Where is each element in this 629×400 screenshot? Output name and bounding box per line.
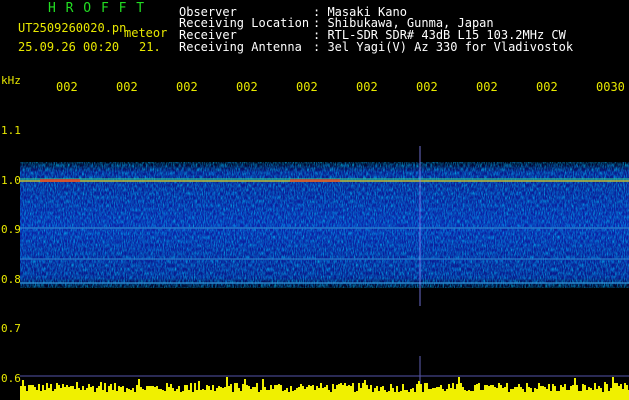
datetime: 25.09.26 00:20 — [18, 40, 120, 54]
antenna-value: : 3el Yagi(V) Az 330 for Vladivostok — [313, 40, 574, 54]
y-tick-label: 0.7 — [1, 322, 21, 335]
amplitude-bars — [20, 377, 629, 400]
band-line — [20, 282, 629, 284]
y-tick-label: 0.6 — [1, 372, 21, 385]
carrier-hotspot — [290, 179, 340, 182]
hrofft-window: { "app": { "title": "H R O F F T", "file… — [0, 0, 629, 400]
y-axis-unit: kHz — [1, 74, 21, 87]
app-title: H R O F F T — [48, 1, 146, 16]
y-tick-label: 0.8 — [1, 273, 21, 286]
count: 21. — [139, 40, 161, 54]
mode-label: meteor — [124, 26, 168, 40]
carrier-hotspot — [40, 179, 80, 182]
y-tick-label: 0.9 — [1, 223, 21, 236]
antenna-label: Receiving Antenna — [179, 40, 302, 54]
y-tick-label: 1.1 — [1, 124, 21, 137]
spectrogram-plot — [20, 146, 629, 400]
band-line — [20, 258, 629, 260]
y-tick-label: 1.0 — [1, 174, 21, 187]
band-line — [20, 227, 629, 229]
file-name: UT2509260020.pn — [18, 21, 127, 35]
